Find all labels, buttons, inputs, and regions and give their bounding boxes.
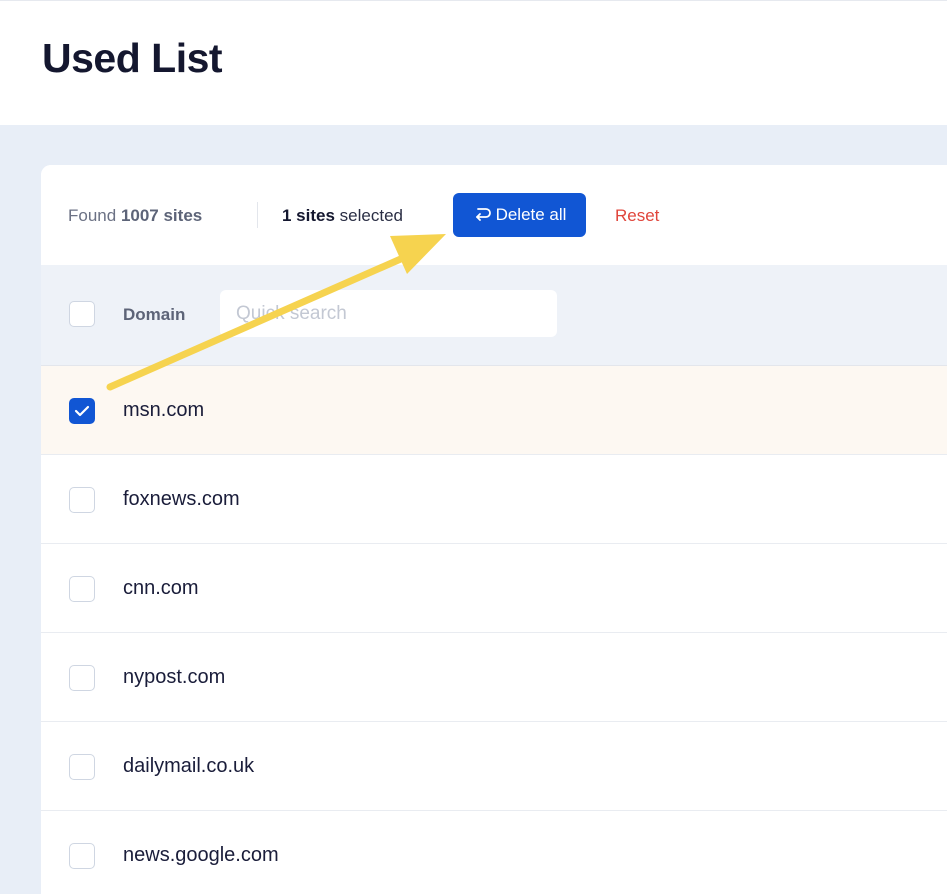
- found-count: Found 1007 sites: [68, 206, 202, 226]
- row-domain: cnn.com: [123, 577, 199, 599]
- row-domain: msn.com: [123, 399, 205, 421]
- selected-number: 1 sites: [282, 206, 335, 225]
- table-header: Domain: [41, 265, 947, 366]
- selected-count: 1 sites selected: [282, 206, 403, 226]
- table-row[interactable]: nypost.com: [41, 633, 947, 722]
- table-row[interactable]: foxnews.com: [41, 455, 947, 544]
- row-domain: foxnews.com: [123, 488, 240, 510]
- row-checkbox[interactable]: [69, 398, 95, 424]
- found-prefix: Found: [68, 206, 117, 225]
- found-number: 1007 sites: [120, 206, 203, 225]
- reset-button[interactable]: Reset: [615, 206, 659, 226]
- select-all-checkbox[interactable]: [69, 301, 95, 327]
- selected-suffix: selected: [339, 206, 403, 225]
- domain-column-header: Domain: [123, 305, 186, 324]
- table-row[interactable]: news.google.com: [41, 811, 947, 894]
- selection-toolbar: Found 1007 sites 1 sites selected Delete…: [41, 165, 947, 265]
- page-title: Used List: [42, 35, 223, 81]
- row-checkbox[interactable]: [69, 665, 95, 691]
- row-checkbox[interactable]: [69, 487, 95, 513]
- row-domain: dailymail.co.uk: [123, 755, 255, 777]
- delete-all-label: Delete all: [495, 205, 567, 224]
- toolbar-divider: [257, 202, 258, 228]
- row-checkbox[interactable]: [69, 843, 95, 869]
- row-domain: news.google.com: [123, 844, 279, 866]
- return-arrow-icon: [473, 206, 493, 224]
- page-header: Used List: [0, 0, 947, 125]
- row-checkbox[interactable]: [69, 754, 95, 780]
- table-row[interactable]: msn.com: [41, 366, 947, 455]
- quick-search-input[interactable]: [220, 290, 557, 337]
- table-row[interactable]: cnn.com: [41, 544, 947, 633]
- checkmark-icon: [74, 405, 90, 417]
- row-checkbox[interactable]: [69, 576, 95, 602]
- delete-all-button[interactable]: Delete all: [453, 193, 586, 237]
- table-row[interactable]: dailymail.co.uk: [41, 722, 947, 811]
- row-domain: nypost.com: [123, 666, 226, 688]
- sites-card: Found 1007 sites 1 sites selected Delete…: [41, 165, 947, 894]
